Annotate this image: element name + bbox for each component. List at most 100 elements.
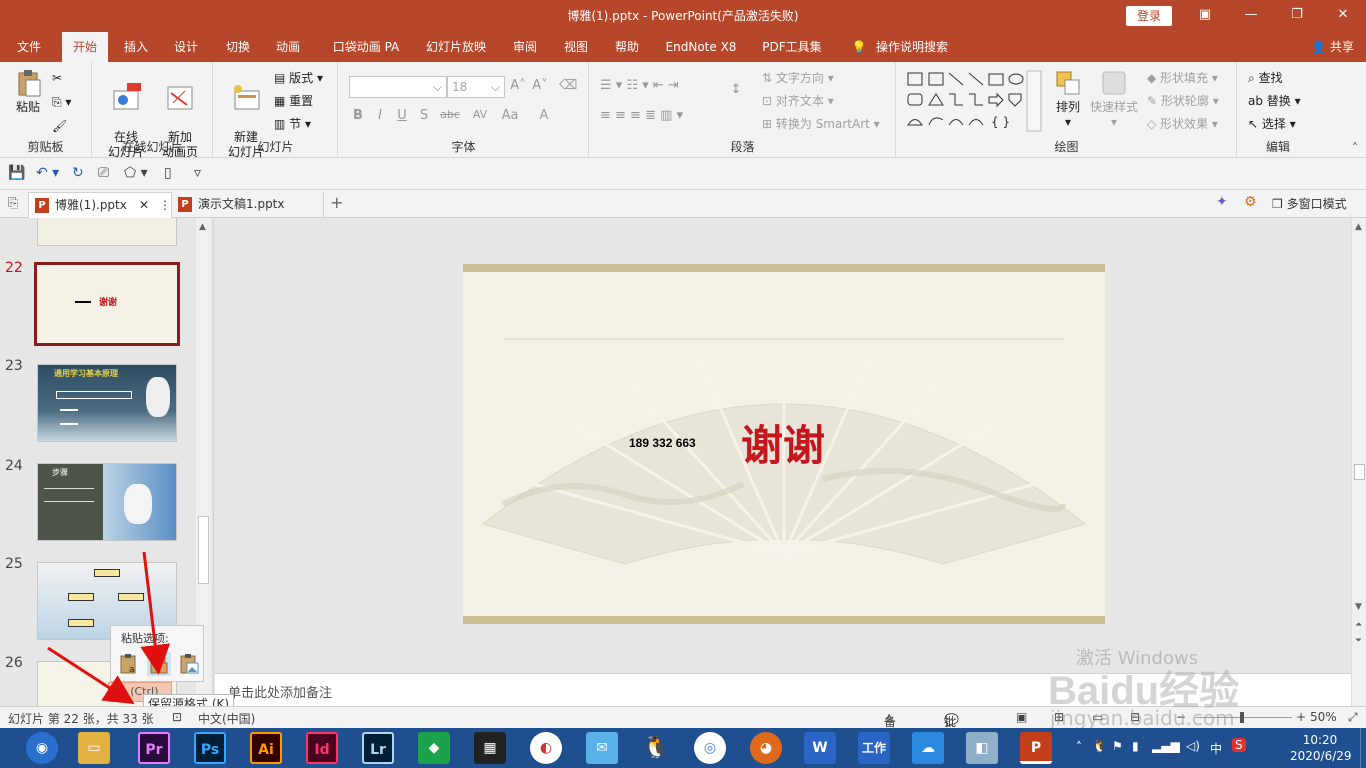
zoom-slider[interactable] bbox=[1196, 717, 1292, 718]
slide-thumbnail-24[interactable]: 步骤 bbox=[37, 463, 177, 541]
reading-view-icon[interactable]: ▭ bbox=[1092, 710, 1103, 724]
font-color-button[interactable]: A bbox=[535, 108, 553, 123]
tab-endnote[interactable]: EndNote X8 bbox=[656, 32, 746, 62]
redo-icon[interactable]: ↻ bbox=[72, 165, 84, 181]
clear-format-icon[interactable]: ⌫ bbox=[559, 78, 577, 93]
lightroom-icon[interactable]: Lr bbox=[362, 732, 394, 764]
qq-tray-icon[interactable]: 🐧 bbox=[1092, 739, 1107, 753]
bird-app-icon[interactable]: ✉ bbox=[586, 732, 618, 764]
char-spacing-button[interactable]: AV bbox=[467, 108, 493, 121]
tray-expand-icon[interactable]: ˄ bbox=[1076, 740, 1082, 754]
red-green-app-icon[interactable]: ◐ bbox=[530, 732, 562, 764]
scroll-up-icon[interactable]: ▲ bbox=[1355, 222, 1362, 232]
slide-thumbnail-23[interactable]: 通用学习基本原理 bbox=[37, 364, 177, 442]
font-name-combo[interactable]: ⌵ bbox=[349, 76, 447, 98]
tab-pdf-tools[interactable]: PDF工具集 bbox=[756, 32, 828, 62]
use-destination-theme-icon[interactable]: a bbox=[117, 652, 141, 676]
next-slide-icon[interactable]: ⏷ bbox=[1355, 636, 1362, 646]
slide-thumbnail-22[interactable]: 谢谢 bbox=[34, 262, 180, 346]
current-slide[interactable]: 189 332 663 谢谢 bbox=[463, 264, 1105, 624]
slideshow-icon[interactable]: ⎚ bbox=[98, 165, 109, 181]
chrome-icon[interactable]: ◎ bbox=[694, 732, 726, 764]
video-editor-icon[interactable]: ▦ bbox=[474, 732, 506, 764]
slide-title-text[interactable]: 谢谢 bbox=[741, 412, 825, 473]
settings-gear-icon[interactable]: ⚙ bbox=[1244, 194, 1257, 210]
tab-review[interactable]: 审阅 bbox=[505, 32, 545, 62]
firefox-icon[interactable]: ◕ bbox=[750, 732, 782, 764]
list-buttons-icon[interactable]: ☰ ▾ ☷ ▾ ⇤ ⇥ bbox=[600, 78, 680, 93]
paste-as-picture-icon[interactable] bbox=[177, 652, 201, 676]
new-doc-icon[interactable]: ▯ bbox=[164, 165, 172, 181]
minimize-icon[interactable]: — bbox=[1228, 0, 1274, 32]
fit-slide-icon[interactable]: ⤢ bbox=[1348, 710, 1358, 725]
multi-window-button[interactable]: ❐ 多窗口模式 bbox=[1272, 195, 1347, 212]
strikethrough-button[interactable]: abc bbox=[437, 108, 463, 121]
shadow-button[interactable]: S bbox=[415, 108, 433, 123]
zoom-out-icon[interactable]: − bbox=[1176, 710, 1186, 724]
quick-styles-button[interactable]: 快速样式 ▾ bbox=[1089, 68, 1139, 130]
show-desktop-button[interactable] bbox=[1360, 728, 1366, 768]
slide-sorter-icon[interactable]: ⊞ bbox=[1054, 710, 1064, 724]
shape-outline-button[interactable]: ✎ 形状轮廓 ▾ bbox=[1147, 91, 1219, 111]
wps-icon[interactable]: W bbox=[804, 732, 836, 764]
sogou-icon[interactable]: S bbox=[1232, 738, 1246, 752]
cut-icon[interactable]: ✂ bbox=[52, 68, 62, 88]
prev-slide-icon[interactable]: ⏶ bbox=[1355, 620, 1362, 630]
font-size-combo[interactable]: 18 ⌵ bbox=[447, 76, 505, 98]
format-painter-icon[interactable]: 🖌 bbox=[52, 116, 67, 136]
paste-button[interactable]: 粘贴 bbox=[8, 68, 48, 115]
powerpoint-taskbar-icon[interactable]: P bbox=[1020, 732, 1052, 764]
tell-me-search[interactable]: 操作说明搜索 bbox=[872, 32, 952, 62]
qq-icon[interactable]: 🐧 bbox=[640, 732, 672, 764]
doc-tab-active[interactable]: P 博雅(1).pptx ✕ ⋮ bbox=[28, 192, 172, 218]
login-button[interactable]: 登录 bbox=[1126, 6, 1172, 26]
slide-thumbnail-21[interactable] bbox=[37, 218, 177, 246]
tab-menu-icon[interactable]: ⋮ bbox=[159, 193, 171, 217]
smartart-button[interactable]: ⊞ 转换为 SmartArt ▾ bbox=[762, 114, 880, 134]
keep-source-formatting-icon[interactable] bbox=[147, 652, 171, 676]
italic-button[interactable]: I bbox=[371, 108, 389, 123]
tab-file[interactable]: 文件 bbox=[8, 32, 50, 62]
green-app-icon[interactable]: ◆ bbox=[418, 732, 450, 764]
spellcheck-icon[interactable]: ⊡ bbox=[172, 710, 182, 724]
collapse-ribbon-icon[interactable]: ˄ bbox=[1352, 141, 1358, 155]
language-status[interactable]: 中文(中国) bbox=[198, 710, 255, 727]
maximize-icon[interactable]: ❐ bbox=[1274, 0, 1320, 32]
cloud-app-icon[interactable]: ☁ bbox=[912, 732, 944, 764]
scroll-thumb[interactable] bbox=[198, 516, 209, 584]
tab-pocket-animation[interactable]: 口袋动画 PA bbox=[324, 32, 408, 62]
select-button[interactable]: ↖ 选择 ▾ bbox=[1248, 114, 1296, 134]
line-spacing-icon[interactable]: ↕ bbox=[726, 82, 746, 97]
close-tab-icon[interactable]: ✕ bbox=[139, 193, 149, 217]
clock[interactable]: 10:20 2020/6/29 bbox=[1290, 732, 1352, 764]
tab-help[interactable]: 帮助 bbox=[607, 32, 647, 62]
network-icon[interactable]: ▂▄▆ bbox=[1152, 739, 1180, 753]
start-button-icon[interactable]: ◉ bbox=[26, 732, 58, 764]
ime-indicator[interactable]: 中 bbox=[1210, 740, 1222, 757]
save-icon[interactable]: 💾 bbox=[8, 165, 25, 181]
layout-button[interactable]: ▤ 版式 ▾ bbox=[274, 68, 323, 88]
illustrator-icon[interactable]: Ai bbox=[250, 732, 282, 764]
shapes-gallery[interactable]: { } bbox=[905, 70, 1045, 132]
phone-number-text[interactable]: 189 332 663 bbox=[629, 436, 696, 450]
replace-button[interactable]: ab 替换 ▾ bbox=[1248, 91, 1301, 111]
shapes-icon[interactable]: ⬠ ▾ bbox=[124, 165, 148, 181]
shrink-font-icon[interactable]: A˅ bbox=[531, 78, 549, 93]
customize-qat-icon[interactable]: ▿ bbox=[194, 165, 201, 181]
work-app-icon[interactable]: 工作 bbox=[858, 732, 890, 764]
notes-pane[interactable]: 单击此处添加备注 bbox=[215, 673, 1351, 706]
share-button[interactable]: 👤 共享 bbox=[1311, 32, 1354, 62]
tab-slideshow[interactable]: 幻灯片放映 bbox=[418, 32, 494, 62]
tab-animations[interactable]: 动画 bbox=[268, 32, 308, 62]
normal-view-icon[interactable]: ▣ bbox=[1016, 710, 1027, 724]
arrange-button[interactable]: 排列 ▾ bbox=[1051, 68, 1085, 130]
main-scrollbar[interactable]: ▲ ▼ ⏶ ⏷ bbox=[1351, 218, 1366, 706]
premiere-icon[interactable]: Pr bbox=[138, 732, 170, 764]
shape-fill-button[interactable]: ◆ 形状填充 ▾ bbox=[1147, 68, 1218, 88]
battery-icon[interactable]: ▮ bbox=[1132, 739, 1139, 753]
bold-button[interactable]: B bbox=[349, 108, 367, 123]
file-explorer-icon[interactable]: ▭ bbox=[78, 732, 110, 764]
tab-insert[interactable]: 插入 bbox=[116, 32, 156, 62]
new-tab-icon[interactable]: + bbox=[330, 193, 343, 212]
zoom-level[interactable]: 50% bbox=[1310, 710, 1337, 724]
